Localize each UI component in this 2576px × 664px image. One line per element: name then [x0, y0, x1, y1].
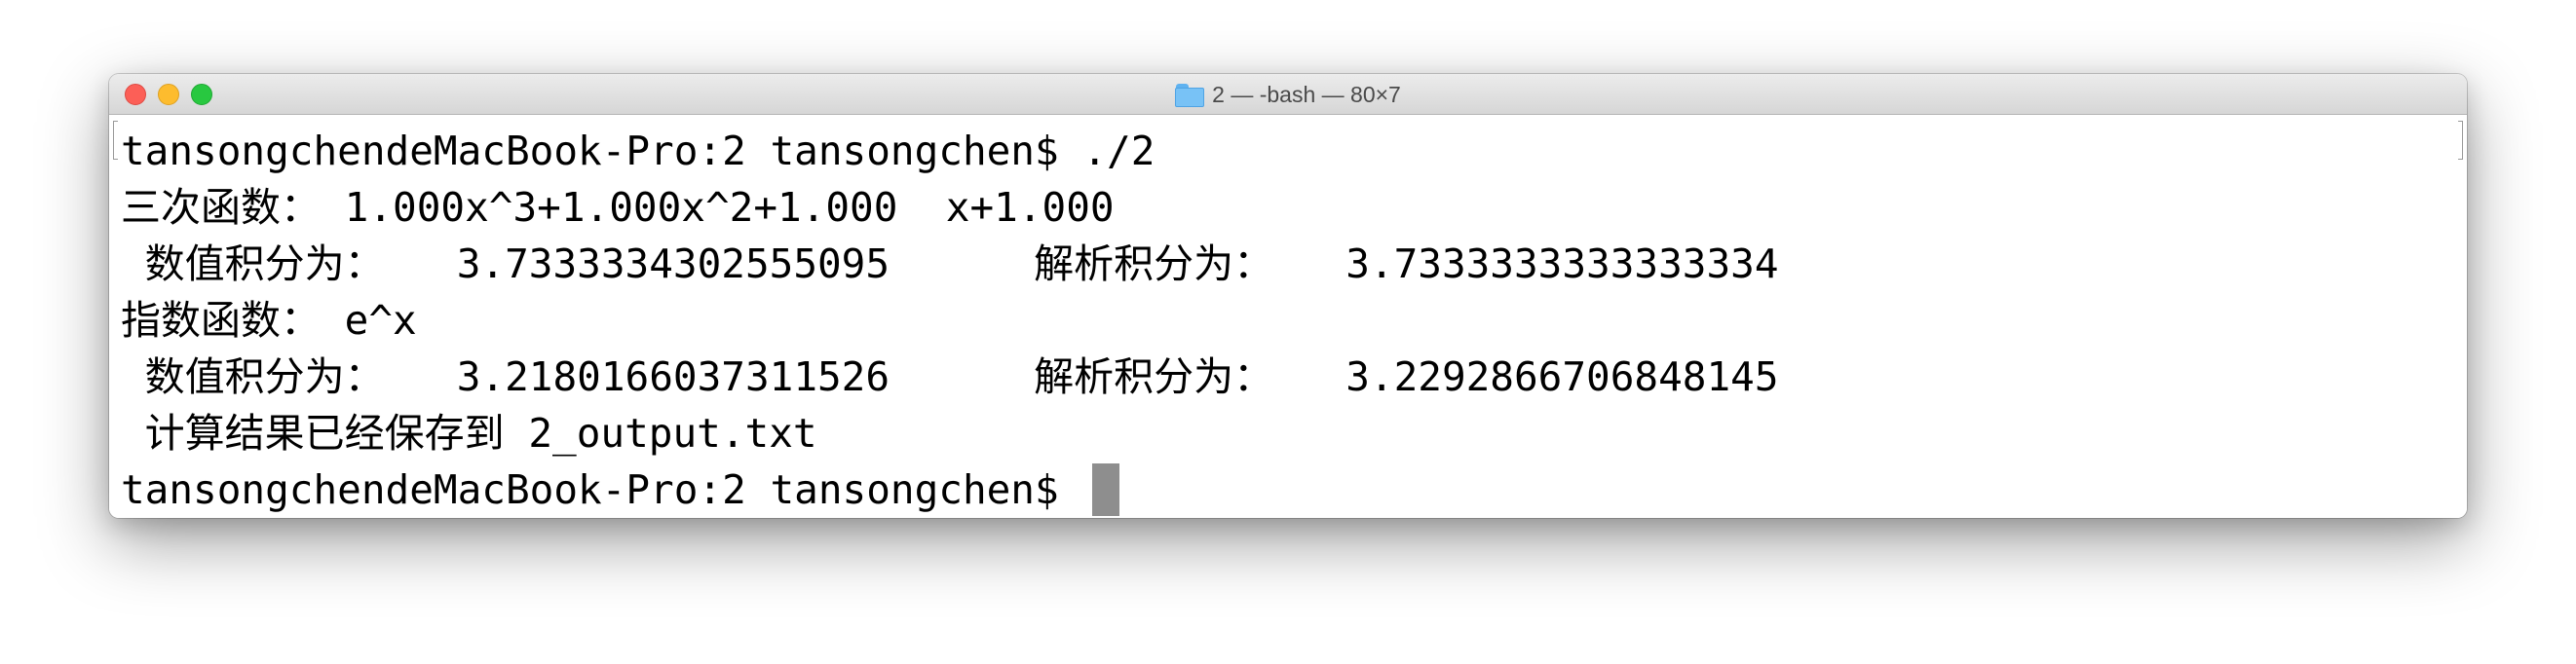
terminal-line-3: 数值积分为： 3.7333334302555095 解析积分为： 3.73333…: [121, 236, 2455, 292]
terminal-line-7[interactable]: tansongchendeMacBook-Pro:2 tansongchen$: [121, 461, 2455, 518]
terminal-cursor: [1092, 463, 1120, 516]
terminal-content[interactable]: tansongchendeMacBook-Pro:2 tansongchen$ …: [109, 115, 2467, 518]
terminal-line-text-4: 指数函数： e^x: [121, 297, 417, 344]
terminal-line-text-2: 三次函数： 1.000x^3+1.000x^2+1.000 x+1.000: [121, 184, 1115, 231]
terminal-line-text-5: 数值积分为： 3.2180166037311526 解析积分为： 3.22928…: [121, 353, 1779, 400]
bracket-right-marker: [2458, 121, 2463, 160]
terminal-line-text-6: 计算结果已经保存到 2_output.txt: [121, 410, 817, 457]
terminal-line-4: 指数函数： e^x: [121, 292, 2455, 349]
terminal-line-text-1: tansongchendeMacBook-Pro:2 tansongchen$ …: [121, 128, 1155, 174]
window-title: 2 — -bash — 80×7: [1212, 81, 1401, 107]
terminal-window: 2 — -bash — 80×7 tansongchendeMacBook-Pr…: [109, 74, 2467, 518]
terminal-output[interactable]: tansongchendeMacBook-Pro:2 tansongchen$ …: [121, 123, 2455, 518]
terminal-prompt: tansongchendeMacBook-Pro:2 tansongchen$: [121, 466, 1083, 513]
terminal-line-text-3: 数值积分为： 3.7333334302555095 解析积分为： 3.73333…: [121, 240, 1779, 287]
terminal-line-5: 数值积分为： 3.2180166037311526 解析积分为： 3.22928…: [121, 349, 2455, 405]
terminal-line-1: tansongchendeMacBook-Pro:2 tansongchen$ …: [121, 123, 2455, 179]
terminal-line-2: 三次函数： 1.000x^3+1.000x^2+1.000 x+1.000: [121, 179, 2455, 236]
terminal-line-6: 计算结果已经保存到 2_output.txt: [121, 405, 2455, 461]
title-bar[interactable]: 2 — -bash — 80×7: [109, 74, 2467, 115]
window-title-area: 2 — -bash — 80×7: [109, 74, 2467, 115]
bracket-left-marker: [113, 121, 118, 160]
folder-icon: [1175, 84, 1205, 107]
